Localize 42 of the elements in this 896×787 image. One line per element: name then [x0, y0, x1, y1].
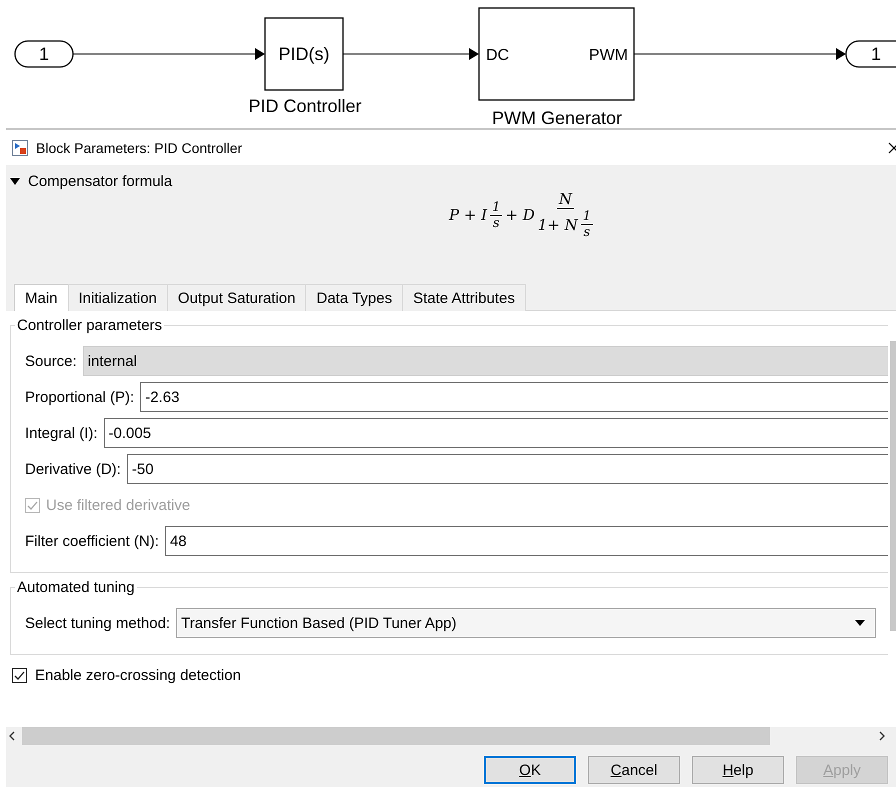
tab[interactable]: Initialization	[68, 284, 168, 311]
block-label: PWM Generator	[492, 108, 622, 128]
field-label: Integral (I):	[25, 424, 98, 442]
input-field[interactable]: 48	[164, 526, 888, 556]
port-label: PWM	[588, 47, 628, 64]
scroll-left-icon[interactable]	[8, 731, 16, 741]
outport-block[interactable]	[845, 40, 896, 68]
block-label: PID Controller	[248, 96, 362, 116]
port-label: DC	[486, 47, 510, 64]
block-icon	[12, 140, 28, 156]
collapse-icon[interactable]	[10, 178, 20, 186]
port-number: 1	[871, 44, 881, 64]
port-number: 1	[39, 44, 49, 64]
field-label: Source:	[25, 352, 77, 370]
tab[interactable]: State Attributes	[402, 284, 526, 311]
block-text: PID(s)	[278, 44, 330, 64]
input-field[interactable]: -50	[126, 454, 888, 484]
field-label: Filter coefficient (N):	[25, 532, 159, 550]
source-field: internal	[82, 346, 888, 376]
dialog-button[interactable]: Cancel	[588, 756, 680, 784]
group-title: Controller parameters	[16, 317, 164, 334]
input-field[interactable]: -2.63	[140, 382, 888, 412]
section-title[interactable]: Compensator formula	[28, 173, 172, 190]
pid-block[interactable]	[264, 17, 344, 91]
checkbox-label: Enable zero-crossing detection	[35, 667, 241, 684]
group-title: Automated tuning	[16, 579, 136, 596]
tab[interactable]: Main	[14, 284, 69, 311]
scroll-right-icon[interactable]	[878, 731, 886, 741]
scrollbar-thumb[interactable]	[22, 727, 770, 745]
input-field[interactable]: -0.005	[104, 418, 888, 448]
window-title: Block Parameters: PID Controller	[36, 140, 242, 156]
field-label: Select tuning method:	[25, 614, 170, 632]
checkbox[interactable]	[12, 668, 27, 683]
dropdown-arrow-icon	[855, 620, 865, 626]
checkbox-label: Use filtered derivative	[46, 496, 190, 514]
dialog-button[interactable]: Help	[692, 756, 784, 784]
dropdown[interactable]: Transfer Function Based (PID Tuner App)	[176, 608, 876, 638]
field-label: Derivative (D):	[25, 460, 121, 478]
dialog-button[interactable]: OK	[484, 756, 576, 784]
pwm-block[interactable]	[478, 7, 635, 101]
field-label: Proportional (P):	[25, 388, 134, 406]
inport-block[interactable]	[14, 40, 74, 68]
